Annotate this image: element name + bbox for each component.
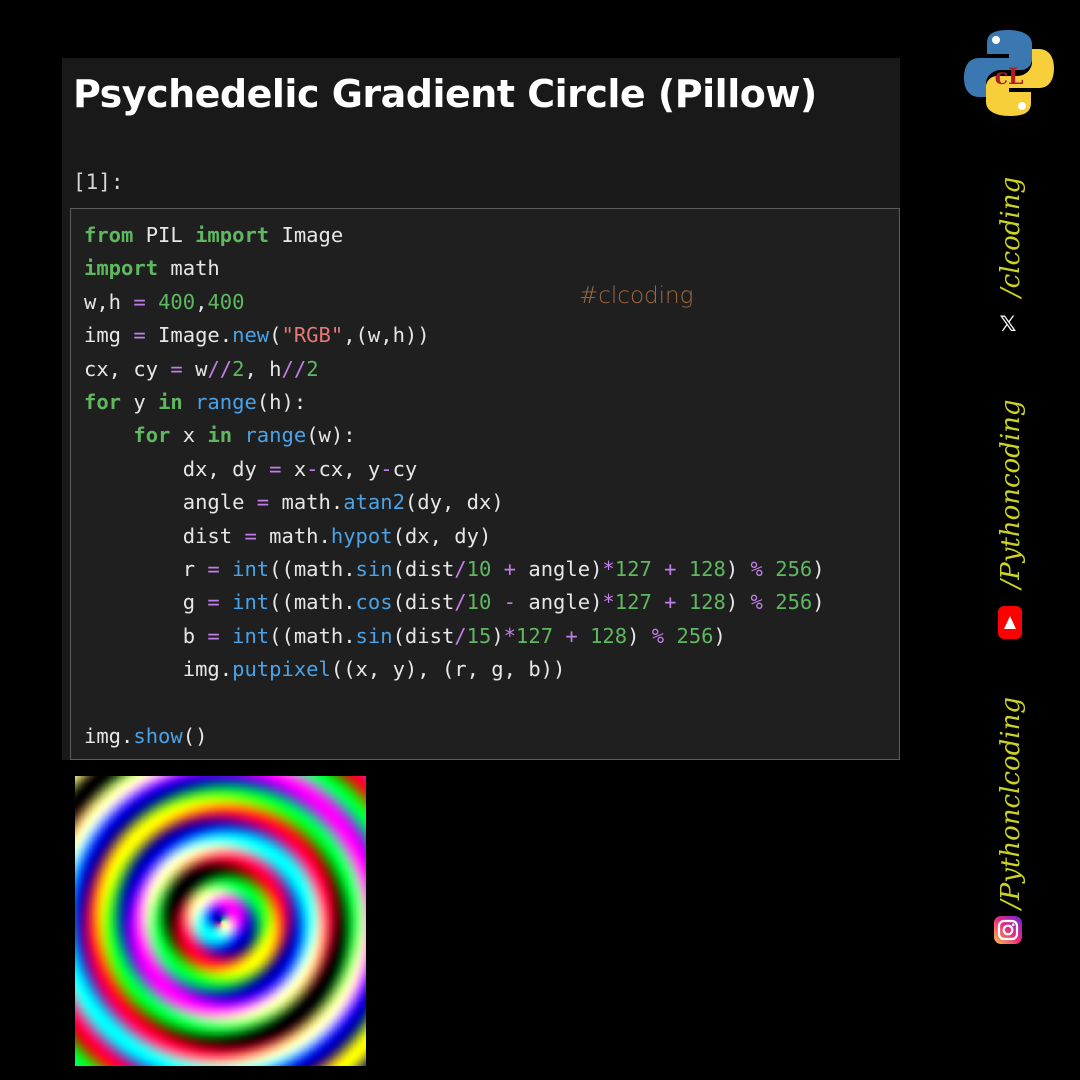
code-editor[interactable]: from PIL import Image import math w,h = … xyxy=(70,208,900,760)
youtube-icon[interactable] xyxy=(998,606,1022,639)
handle-clcoding[interactable]: /clcoding xyxy=(996,132,1026,342)
code-line: cx, cy = w//2, h//2 xyxy=(84,356,319,381)
notebook-title: Psychedelic Gradient Circle (Pillow) xyxy=(73,72,817,116)
svg-text:cL: cL xyxy=(995,64,1024,90)
code-line: for x in range(w): xyxy=(133,423,356,448)
code-line: import math xyxy=(84,256,220,281)
watermark: #clcoding xyxy=(579,283,694,309)
code-line: img.show() xyxy=(84,724,208,749)
code-line: g = int((math.cos(dist/10 - angle)*127 +… xyxy=(84,590,825,615)
instagram-icon[interactable] xyxy=(994,916,1022,944)
handle-pythoncoding[interactable]: /Pythoncoding xyxy=(996,367,1026,621)
code-block[interactable]: from PIL import Image import math w,h = … xyxy=(84,219,825,754)
handle-pythonclcoding[interactable]: /Pythonclcoding xyxy=(996,660,1026,946)
code-line: angle = math.atan2(dy, dx) xyxy=(84,490,504,515)
python-logo-icon: cL xyxy=(962,26,1056,120)
code-line: for y in range(h): xyxy=(84,390,307,415)
code-line: r = int((math.sin(dist/10 + angle)*127 +… xyxy=(84,557,825,582)
code-line: b = int((math.sin(dist/15)*127 + 128) % … xyxy=(84,623,726,648)
code-line: w,h = 400,400 xyxy=(84,289,245,314)
code-line: dx, dy = x-cx, y-cy xyxy=(84,456,418,481)
code-line: dist = math.hypot(dx, dy) xyxy=(84,523,492,548)
code-line: img = Image.new("RGB",(w,h)) xyxy=(84,323,430,348)
notebook-cell: Psychedelic Gradient Circle (Pillow) [1]… xyxy=(62,58,900,760)
cell-prompt: [1]: xyxy=(73,170,124,194)
code-line: from PIL import Image xyxy=(84,223,344,247)
code-line: img.putpixel((x, y), (r, g, b)) xyxy=(84,657,566,682)
x-logo-icon[interactable]: 𝕏 xyxy=(997,313,1019,335)
output-image xyxy=(75,776,366,1066)
